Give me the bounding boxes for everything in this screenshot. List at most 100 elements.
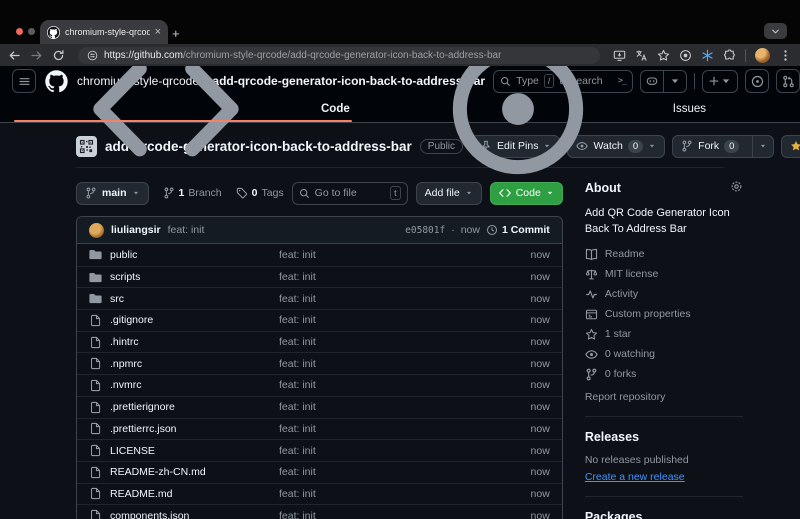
file-commit-message[interactable]: feat: init bbox=[279, 293, 502, 305]
extensions-puzzle-icon[interactable] bbox=[723, 49, 736, 62]
folder-icon bbox=[89, 292, 102, 305]
file-commit-message[interactable]: feat: init bbox=[279, 271, 502, 283]
table-row[interactable]: scriptsfeat: initnow bbox=[77, 266, 562, 288]
commit-author-avatar[interactable] bbox=[89, 223, 104, 238]
table-row[interactable]: .nvmrc feat: initnow bbox=[77, 374, 562, 396]
commit-history-link[interactable]: 1 Commit bbox=[486, 224, 550, 236]
toolbar-divider bbox=[745, 49, 746, 62]
file-icon bbox=[89, 487, 102, 500]
file-name-link[interactable]: LICENSE bbox=[110, 445, 155, 457]
translate-icon[interactable] bbox=[635, 49, 648, 62]
file-commit-message[interactable]: feat: init bbox=[279, 488, 502, 500]
about-item-1-star[interactable]: 1 star bbox=[585, 328, 743, 341]
table-row[interactable]: srcfeat: initnow bbox=[77, 287, 562, 309]
forward-icon[interactable] bbox=[30, 49, 43, 62]
table-row[interactable]: .npmrcfeat: initnow bbox=[77, 352, 562, 374]
file-name-cell: .prettierrc.json bbox=[89, 422, 279, 435]
file-commit-message[interactable]: feat: init bbox=[279, 249, 502, 261]
branches-link[interactable]: 1 Branch bbox=[163, 187, 222, 199]
table-row[interactable]: .prettierrc.jsonfeat: initnow bbox=[77, 418, 562, 440]
file-commit-message[interactable]: feat: init bbox=[279, 445, 502, 457]
about-item-mit-license[interactable]: MIT license bbox=[585, 268, 743, 281]
folder-icon bbox=[89, 248, 102, 261]
branch-selector[interactable]: main bbox=[76, 182, 149, 205]
about-item-0-watching[interactable]: 0 watching bbox=[585, 348, 743, 361]
file-icon bbox=[89, 509, 102, 519]
file-name-link[interactable]: .hintrc bbox=[110, 336, 139, 348]
about-item-label: Activity bbox=[605, 288, 638, 300]
search-icon bbox=[299, 188, 310, 199]
meta-separator: · bbox=[451, 224, 455, 236]
file-name-link[interactable]: scripts bbox=[110, 271, 140, 283]
file-name-link[interactable]: public bbox=[110, 249, 137, 261]
issue-icon bbox=[368, 66, 668, 184]
file-commit-message[interactable]: feat: init bbox=[279, 379, 502, 391]
browser-menu-kebab-icon[interactable] bbox=[779, 49, 792, 62]
file-name-link[interactable]: .npmrc bbox=[110, 358, 142, 370]
file-commit-time: now bbox=[502, 336, 550, 348]
file-commit-message[interactable]: feat: init bbox=[279, 336, 502, 348]
extension-1-icon[interactable] bbox=[679, 49, 692, 62]
new-tab-button[interactable]: + bbox=[172, 26, 180, 41]
tab-code[interactable]: Code bbox=[8, 96, 358, 122]
file-commit-time: now bbox=[502, 379, 550, 391]
file-name-cell: .nvmrc bbox=[89, 379, 279, 392]
reload-icon[interactable] bbox=[52, 49, 65, 62]
file-name-link[interactable]: components.json bbox=[110, 510, 189, 519]
address-bar[interactable]: https://github.com/chromium-style-qrcode… bbox=[78, 47, 600, 64]
table-row[interactable]: LICENSEfeat: initnow bbox=[77, 439, 562, 461]
browser-tab[interactable]: chromium-style-qrcode/add- × bbox=[40, 20, 168, 44]
table-row[interactable]: .prettierignorefeat: initnow bbox=[77, 396, 562, 418]
file-name-link[interactable]: src bbox=[110, 293, 124, 305]
file-commit-message[interactable]: feat: init bbox=[279, 510, 502, 519]
extension-2-icon[interactable] bbox=[701, 49, 714, 62]
create-release-link[interactable]: Create a new release bbox=[585, 471, 685, 483]
browser-toolbar: https://github.com/chromium-style-qrcode… bbox=[0, 44, 800, 66]
commit-message[interactable]: feat: init bbox=[168, 224, 205, 236]
file-icon bbox=[89, 422, 102, 435]
about-item-custom-properties[interactable]: Custom properties bbox=[585, 308, 743, 321]
minimize-window-button[interactable] bbox=[28, 28, 35, 35]
about-item-0-forks[interactable]: 0 forks bbox=[585, 368, 743, 381]
go-to-file-input[interactable]: Go to file t bbox=[292, 182, 408, 205]
file-name-link[interactable]: README.md bbox=[110, 488, 172, 500]
back-icon[interactable] bbox=[8, 49, 21, 62]
tab-issues[interactable]: Issues bbox=[360, 96, 714, 122]
file-commit-message[interactable]: feat: init bbox=[279, 423, 502, 435]
file-name-link[interactable]: .prettierignore bbox=[110, 401, 175, 413]
tab-search-button[interactable] bbox=[764, 23, 787, 39]
commit-sha[interactable]: e05801f bbox=[405, 225, 445, 236]
tab-close-icon[interactable]: × bbox=[155, 27, 161, 38]
report-repository-link[interactable]: Report repository bbox=[585, 391, 743, 403]
chevron-down-icon[interactable] bbox=[669, 75, 681, 87]
file-name-link[interactable]: .nvmrc bbox=[110, 379, 142, 391]
url-text: https://github.com/chromium-style-qrcode… bbox=[104, 50, 501, 61]
about-item-readme[interactable]: Readme bbox=[585, 248, 743, 261]
site-settings-icon[interactable] bbox=[87, 50, 98, 61]
file-commit-message[interactable]: feat: init bbox=[279, 466, 502, 478]
file-name-link[interactable]: .gitignore bbox=[110, 314, 153, 326]
add-file-button[interactable]: Add file bbox=[416, 182, 482, 205]
table-row[interactable]: README-zh-CN.mdfeat: initnow bbox=[77, 461, 562, 483]
browser-profile-avatar[interactable] bbox=[755, 48, 770, 63]
about-item-activity[interactable]: Activity bbox=[585, 288, 743, 301]
send-to-device-icon[interactable] bbox=[613, 49, 626, 62]
tags-link[interactable]: 0 Tags bbox=[236, 187, 284, 199]
file-name-link[interactable]: README-zh-CN.md bbox=[110, 466, 206, 478]
table-row[interactable]: README.mdfeat: initnow bbox=[77, 483, 562, 505]
tab-pull-requests[interactable]: Pull requests bbox=[716, 96, 800, 122]
fork-icon bbox=[681, 140, 693, 152]
table-row[interactable]: .gitignorefeat: initnow bbox=[77, 309, 562, 331]
file-name-link[interactable]: .prettierrc.json bbox=[110, 423, 177, 435]
file-commit-message[interactable]: feat: init bbox=[279, 314, 502, 326]
bookmark-star-icon[interactable] bbox=[657, 49, 670, 62]
table-row[interactable]: components.jsonfeat: initnow bbox=[77, 504, 562, 519]
commit-author[interactable]: liuliangsir bbox=[111, 224, 161, 236]
table-row[interactable]: .hintrc feat: initnow bbox=[77, 331, 562, 353]
file-commit-message[interactable]: feat: init bbox=[279, 401, 502, 413]
chevron-down-icon bbox=[546, 189, 554, 197]
code-button[interactable]: Code bbox=[490, 182, 563, 205]
close-window-button[interactable] bbox=[16, 28, 23, 35]
file-commit-message[interactable]: feat: init bbox=[279, 358, 502, 370]
table-row[interactable]: publicfeat: initnow bbox=[77, 244, 562, 266]
